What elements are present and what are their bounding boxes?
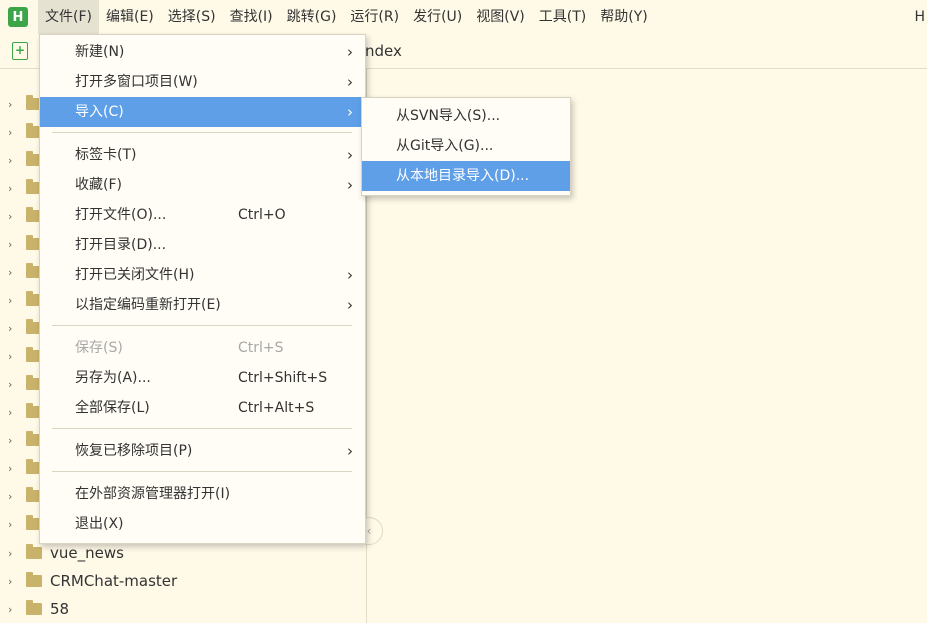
menu-separator [52, 471, 352, 472]
import-submenu: 从SVN导入(S)... 从Git导入(G)... 从本地目录导入(D)... [361, 97, 571, 196]
menu-edit[interactable]: 编辑(E) [99, 0, 161, 34]
tree-item-crmchat-master[interactable]: › CRMChat-master [0, 567, 366, 595]
menu-item-exit[interactable]: 退出(X) [40, 509, 365, 539]
submenu-item-import-local[interactable]: 从本地目录导入(D)... [362, 161, 570, 191]
chevron-right-icon[interactable]: › [8, 547, 20, 560]
chevron-right-icon[interactable]: › [8, 210, 20, 223]
chevron-right-icon: › [347, 73, 353, 91]
chevron-right-icon: › [347, 266, 353, 284]
chevron-right-icon[interactable]: › [8, 462, 20, 475]
menu-bar: H 文件(F) 编辑(E) 选择(S) 查找(I) 跳转(G) 运行(R) 发行… [0, 0, 927, 34]
menu-item-open-multi-window[interactable]: 打开多窗口项目(W) › [40, 67, 365, 97]
menu-item-reopen-with-encoding[interactable]: 以指定编码重新打开(E) › [40, 290, 365, 320]
chevron-right-icon[interactable]: › [8, 406, 20, 419]
folder-icon [26, 600, 42, 615]
chevron-right-icon[interactable]: › [8, 126, 20, 139]
folder-icon [26, 572, 42, 587]
chevron-right-icon[interactable]: › [8, 182, 20, 195]
submenu-item-import-svn[interactable]: 从SVN导入(S)... [362, 101, 570, 131]
menu-help[interactable]: 帮助(Y) [593, 0, 654, 34]
chevron-right-icon[interactable]: › [8, 378, 20, 391]
chevron-right-icon[interactable]: › [8, 238, 20, 251]
menu-item-open-in-explorer[interactable]: 在外部资源管理器打开(I) [40, 479, 365, 509]
menu-run[interactable]: 运行(R) [343, 0, 406, 34]
submenu-item-import-git[interactable]: 从Git导入(G)... [362, 131, 570, 161]
menu-view[interactable]: 视图(V) [469, 0, 532, 34]
menu-goto[interactable]: 跳转(G) [280, 0, 344, 34]
menu-select[interactable]: 选择(S) [161, 0, 223, 34]
chevron-right-icon[interactable]: › [8, 603, 20, 616]
chevron-right-icon[interactable]: › [8, 490, 20, 503]
editor-tab-label[interactable]: ndex [365, 42, 402, 60]
chevron-right-icon[interactable]: › [8, 350, 20, 363]
folder-icon [26, 544, 42, 559]
chevron-right-icon: › [347, 103, 353, 121]
chevron-right-icon: › [347, 146, 353, 164]
chevron-right-icon[interactable]: › [8, 154, 20, 167]
chevron-right-icon[interactable]: › [8, 322, 20, 335]
menu-separator [52, 428, 352, 429]
chevron-right-icon[interactable]: › [8, 266, 20, 279]
menu-item-restore-removed[interactable]: 恢复已移除项目(P) › [40, 436, 365, 466]
menu-item-open-closed-file[interactable]: 打开已关闭文件(H) › [40, 260, 365, 290]
chevron-right-icon: › [347, 296, 353, 314]
chevron-right-icon[interactable]: › [8, 294, 20, 307]
chevron-right-icon[interactable]: › [8, 518, 20, 531]
menu-separator [52, 132, 352, 133]
menu-item-save-as[interactable]: 另存为(A)... Ctrl+Shift+S [40, 363, 365, 393]
app-logo-icon: H [8, 7, 28, 27]
menu-find[interactable]: 查找(I) [223, 0, 280, 34]
chevron-right-icon[interactable]: › [8, 98, 20, 111]
menu-publish[interactable]: 发行(U) [406, 0, 469, 34]
chevron-right-icon: › [347, 43, 353, 61]
chevron-right-icon[interactable]: › [8, 434, 20, 447]
new-file-icon[interactable]: + [12, 42, 28, 60]
chevron-right-icon[interactable]: › [8, 575, 20, 588]
menu-file[interactable]: 文件(F) [38, 0, 99, 34]
menu-item-save-all[interactable]: 全部保存(L) Ctrl+Alt+S [40, 393, 365, 423]
window-title-fragment: H [914, 9, 925, 25]
file-menu-dropdown: 新建(N) › 打开多窗口项目(W) › 导入(C) › 标签卡(T) › 收藏… [39, 34, 366, 544]
chevron-right-icon: › [347, 176, 353, 194]
menu-item-open-directory[interactable]: 打开目录(D)... [40, 230, 365, 260]
menu-tools[interactable]: 工具(T) [532, 0, 593, 34]
menu-item-tabs[interactable]: 标签卡(T) › [40, 140, 365, 170]
menu-item-open-file[interactable]: 打开文件(O)... Ctrl+O [40, 200, 365, 230]
menu-item-import[interactable]: 导入(C) › [40, 97, 365, 127]
menu-item-new[interactable]: 新建(N) › [40, 37, 365, 67]
menu-separator [52, 325, 352, 326]
tree-item-58[interactable]: › 58 [0, 595, 366, 623]
menu-item-save[interactable]: 保存(S) Ctrl+S [40, 333, 365, 363]
menu-item-favorites[interactable]: 收藏(F) › [40, 170, 365, 200]
chevron-right-icon: › [347, 442, 353, 460]
